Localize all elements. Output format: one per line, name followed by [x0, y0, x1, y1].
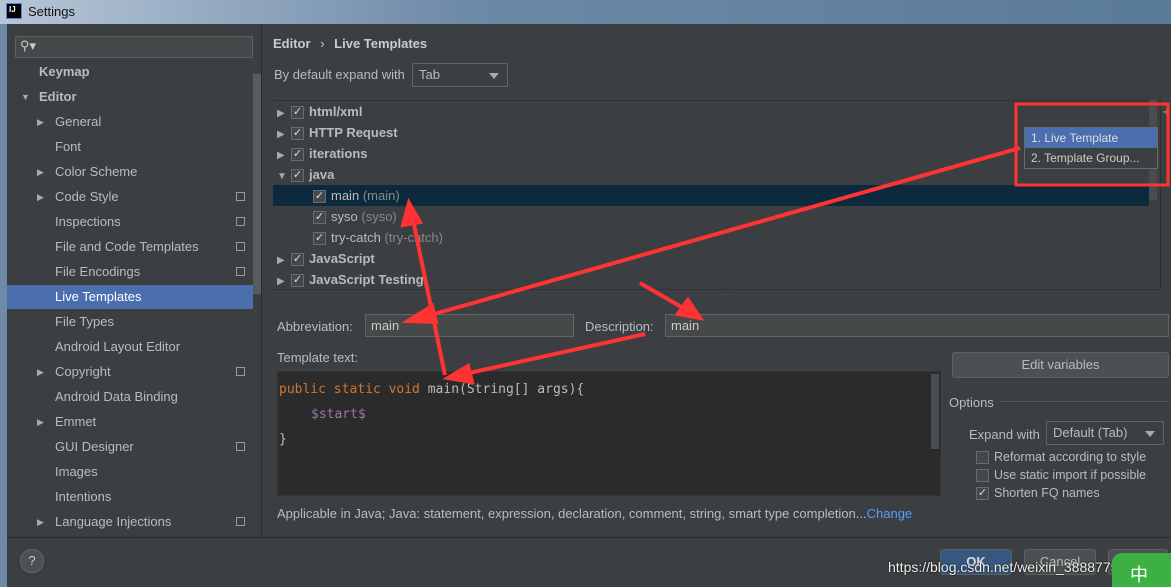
- annotation-box: [1014, 102, 1170, 187]
- annotation-overlay: [400, 102, 1170, 385]
- annotation-arrowhead: [442, 362, 475, 385]
- annotation-arrow: [459, 332, 646, 377]
- watermark: https://blog.csdn.net/weixin_38887752: [888, 559, 1127, 575]
- annotation-arrow: [410, 214, 447, 376]
- annotation-arrowhead: [674, 296, 705, 321]
- annotation-arrowhead: [400, 197, 424, 228]
- annotation-arrow: [419, 146, 1021, 320]
- ime-indicator: 中: [1112, 553, 1171, 587]
